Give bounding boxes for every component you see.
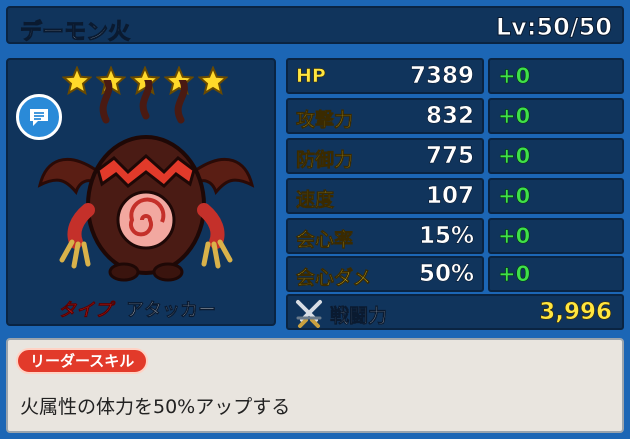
stat-label: 防御力: [296, 149, 354, 172]
monster-portrait-panel: タイプ アタッカー: [6, 58, 276, 326]
stat-value: 107: [425, 183, 475, 210]
monster-name: デーモン火: [19, 20, 131, 46]
stat-bonus: +0: [498, 64, 531, 89]
stat-bonus: +0: [498, 184, 531, 209]
leader-skill-panel: リーダースキル 火属性の体力を50%アップする: [6, 338, 624, 433]
stat-value: 7389: [409, 63, 475, 90]
combat-power-row: 戦闘力 3,996: [286, 294, 624, 330]
stat-label: 速度: [296, 189, 335, 212]
type-value: アタッカー: [126, 300, 217, 322]
title-bar: デーモン火 Lv:50/50: [6, 6, 624, 46]
stat-value: 832: [425, 103, 475, 130]
monster-illustration: [37, 80, 255, 282]
leader-skill-badge: リーダースキル: [16, 348, 149, 374]
stat-value: 15%: [418, 223, 475, 250]
chat-bubble-icon: [30, 109, 48, 126]
stat-label: HP: [296, 65, 326, 88]
type-label: タイプ: [58, 300, 113, 322]
stat-label: 攻撃力: [296, 109, 354, 132]
stat-bonus: +0: [498, 144, 531, 169]
stat-bonus: +0: [498, 104, 531, 129]
stat-value: 50%: [418, 261, 475, 288]
level-indicator: Lv:50/50: [495, 13, 612, 42]
stat-label: 会心ダメ: [296, 267, 372, 290]
chat-button[interactable]: [16, 94, 62, 140]
combat-power-value: 3,996: [539, 299, 612, 326]
stat-value: 775: [425, 143, 475, 170]
crossed-swords-icon: [296, 300, 322, 328]
stat-bonus: +0: [498, 262, 531, 287]
combat-power-label: 戦闘力: [330, 305, 388, 328]
leader-skill-description: 火属性の体力を50%アップする: [20, 396, 291, 418]
type-row: タイプ アタッカー: [58, 296, 217, 322]
stat-label: 会心率: [296, 229, 354, 252]
stat-bonus: +0: [498, 224, 531, 249]
